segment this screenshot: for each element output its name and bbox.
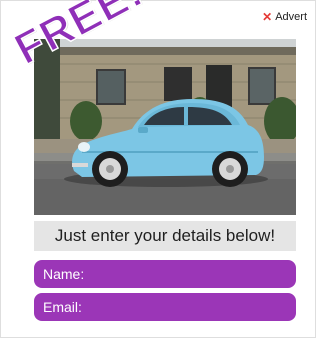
- name-field[interactable]: [34, 260, 296, 288]
- headline-banner: Just enter your details below!: [34, 221, 296, 251]
- close-icon: ✕: [262, 10, 273, 24]
- close-advert-button[interactable]: ✕ Advert: [262, 11, 307, 23]
- close-advert-label: Advert: [275, 11, 307, 23]
- car-photo: [34, 39, 296, 215]
- headline-text: Just enter your details below!: [54, 226, 276, 245]
- email-field[interactable]: [34, 293, 296, 321]
- advert-panel: ✕ Advert FREE! Just enter your details b…: [0, 0, 316, 338]
